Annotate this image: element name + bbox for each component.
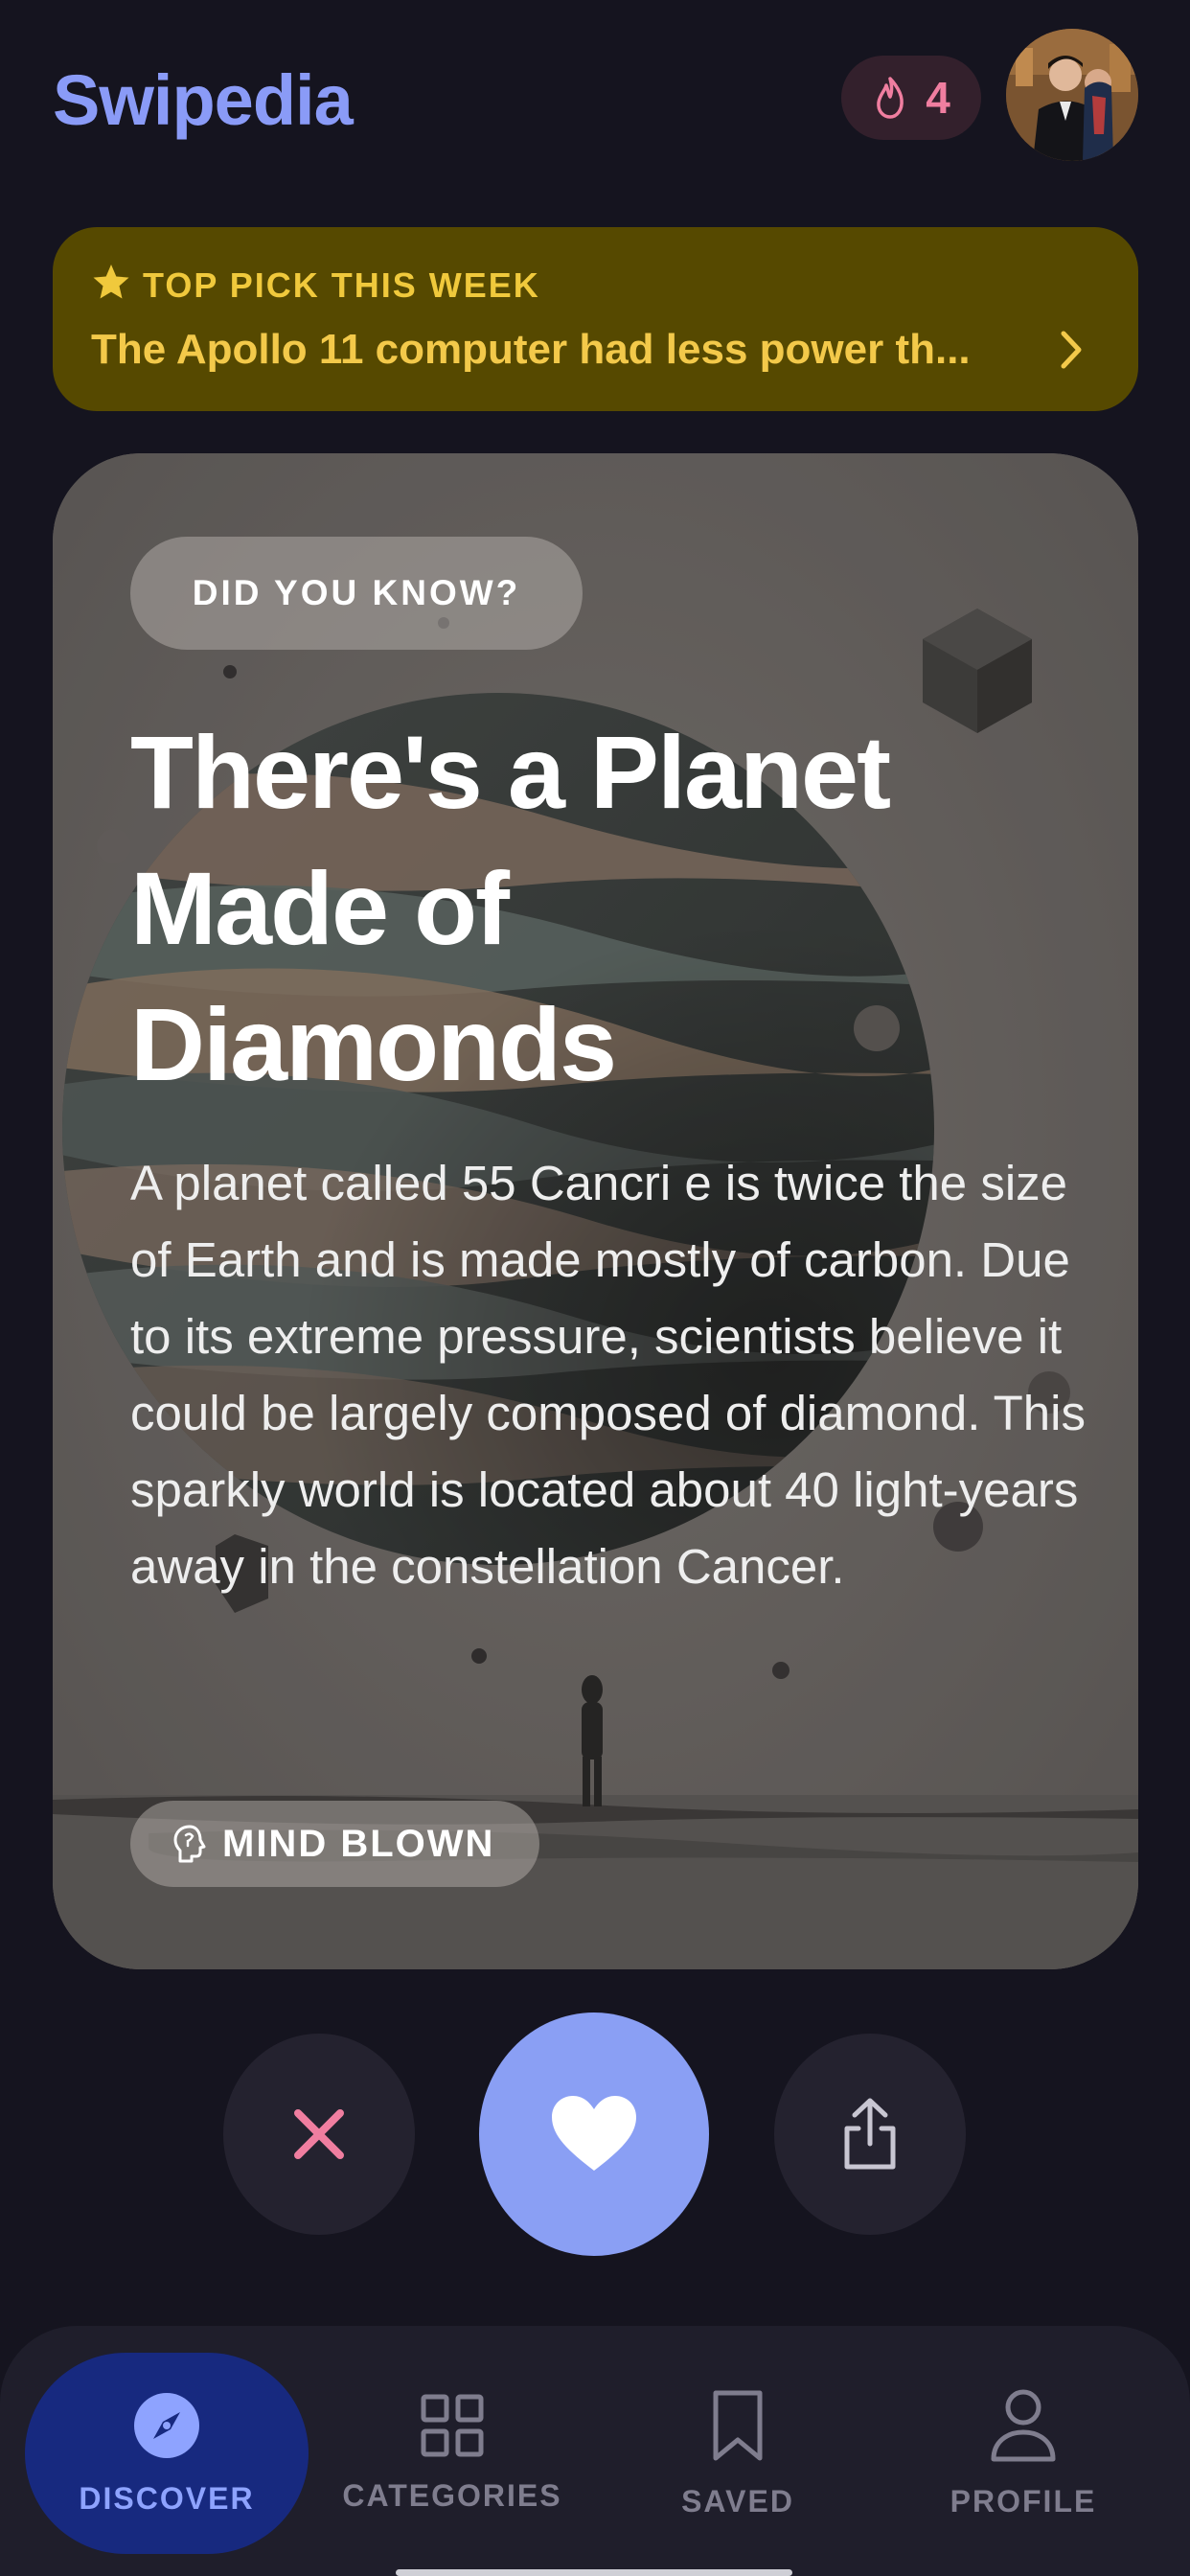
tab-categories-label: CATEGORIES xyxy=(342,2477,562,2513)
like-button[interactable] xyxy=(479,2012,709,2256)
app-header: Swipedia 4 xyxy=(0,0,1190,220)
tab-discover-label: DISCOVER xyxy=(79,2480,255,2516)
top-pick-text[interactable]: The Apollo 11 computer had less power th… xyxy=(91,326,1030,374)
grid-icon xyxy=(421,2394,484,2456)
top-pick-label-text: TOP PICK THIS WEEK xyxy=(143,265,540,305)
tab-discover[interactable]: DISCOVER xyxy=(25,2353,309,2554)
heart-icon xyxy=(552,2096,636,2171)
mind-blown-tag[interactable]: MIND BLOWN xyxy=(130,1801,539,1887)
share-button[interactable] xyxy=(774,2034,966,2235)
tab-profile[interactable]: PROFILE xyxy=(880,2353,1167,2554)
user-photo xyxy=(1006,29,1138,161)
bookmark-icon xyxy=(713,2390,763,2460)
card-body: A planet called 55 Cancri e is twice the… xyxy=(130,1156,1086,1594)
top-pick-banner[interactable] xyxy=(53,227,1138,411)
tab-categories[interactable]: CATEGORIES xyxy=(309,2353,596,2554)
tab-profile-label: PROFILE xyxy=(950,2483,1097,2518)
streak-badge[interactable]: 4 xyxy=(841,56,981,140)
fact-card[interactable]: DID YOU KNOW? There's a Planet Made of D… xyxy=(53,453,1138,1969)
tab-saved-label: SAVED xyxy=(681,2483,794,2518)
close-icon xyxy=(294,2109,344,2159)
tab-saved[interactable]: SAVED xyxy=(594,2353,881,2554)
reaction-label: MIND BLOWN xyxy=(222,1822,495,1865)
compass-icon xyxy=(134,2392,199,2458)
card-title: There's a Planet Made of Diamonds xyxy=(130,714,891,1102)
app-title: Swipedia xyxy=(53,60,354,140)
streak-count: 4 xyxy=(926,73,950,123)
flame-icon xyxy=(877,77,904,119)
avatar[interactable] xyxy=(1006,29,1138,161)
did-you-know-badge: DID YOU KNOW? xyxy=(130,537,583,650)
top-pick-label: TOP PICK THIS WEEK xyxy=(91,265,540,306)
home-indicator[interactable] xyxy=(396,2569,792,2576)
share-icon xyxy=(844,2098,896,2170)
brain-icon xyxy=(173,1825,206,1863)
skip-button[interactable] xyxy=(223,2034,415,2235)
chevron-right-icon[interactable] xyxy=(1052,326,1090,374)
person-icon xyxy=(991,2389,1056,2461)
